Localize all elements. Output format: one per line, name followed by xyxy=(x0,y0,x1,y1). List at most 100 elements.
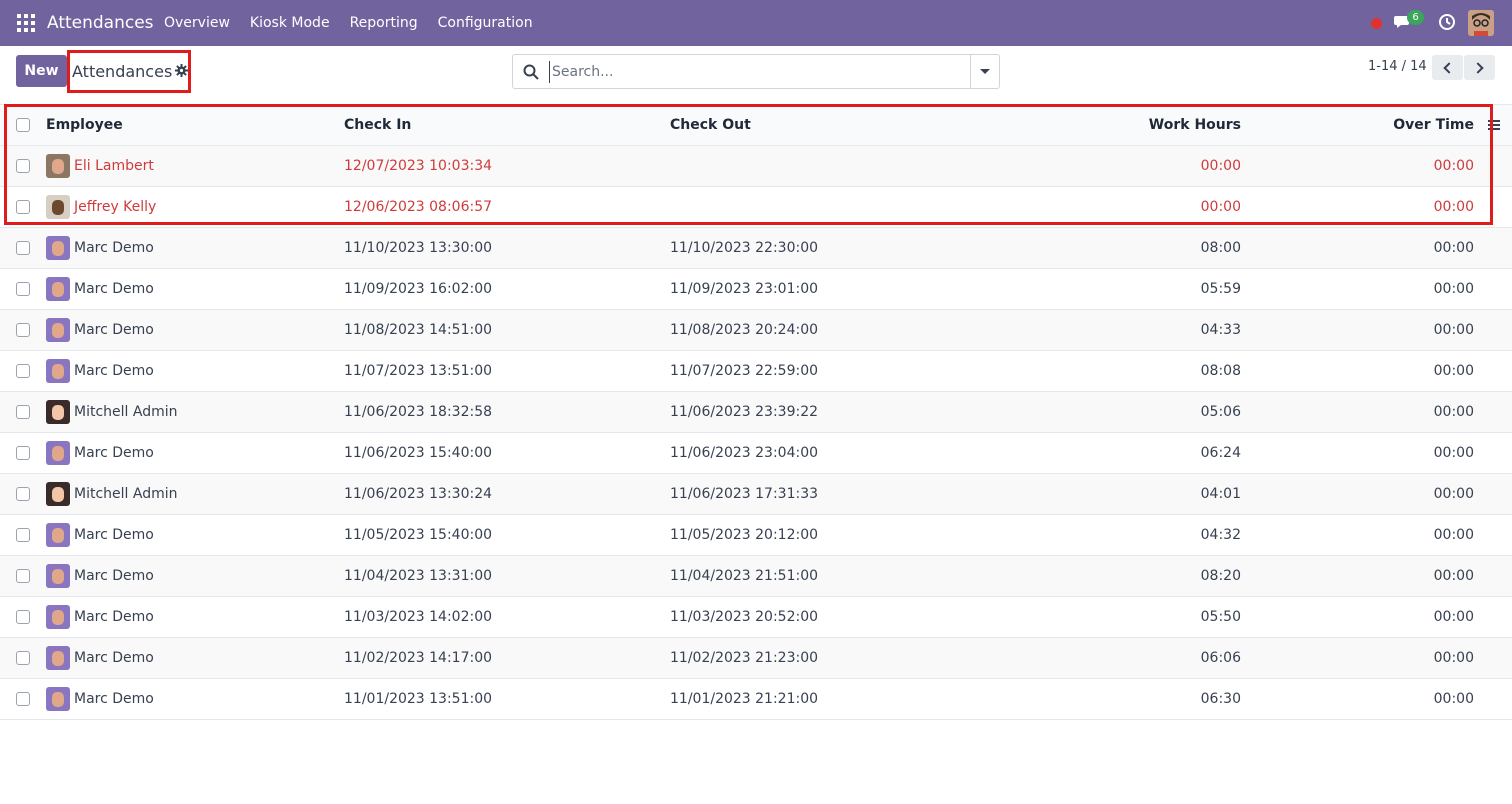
table-row[interactable]: Marc Demo 11/02/2023 14:17:00 11/02/2023 2… xyxy=(0,638,1512,679)
activity-clock-icon[interactable] xyxy=(1438,13,1456,31)
employee-cell[interactable]: Jeffrey Kelly xyxy=(46,187,156,227)
pager-value[interactable]: 1-14 / 14 xyxy=(1368,59,1427,74)
table-row[interactable]: Marc Demo 11/10/2023 13:30:00 11/10/2023 2… xyxy=(0,228,1512,269)
over-time-cell[interactable]: 00:00 xyxy=(1434,597,1474,637)
work-hours-cell[interactable]: 05:59 xyxy=(1201,269,1241,309)
table-row[interactable]: Jeffrey Kelly 12/06/2023 08:06:57 00:00 00:… xyxy=(0,187,1512,228)
work-hours-cell[interactable]: 08:20 xyxy=(1201,556,1241,596)
recording-indicator-icon[interactable] xyxy=(1371,18,1382,29)
row-checkbox[interactable] xyxy=(16,528,30,542)
row-checkbox[interactable] xyxy=(16,159,30,173)
check-out-cell[interactable]: 11/05/2023 20:12:00 xyxy=(670,515,818,555)
row-checkbox[interactable] xyxy=(16,651,30,665)
check-in-cell[interactable]: 12/07/2023 10:03:34 xyxy=(344,146,492,186)
table-row[interactable]: Mitchell Admin 11/06/2023 18:32:58 11/06/2… xyxy=(0,392,1512,433)
menu-overview[interactable]: Overview xyxy=(164,15,230,31)
employee-cell[interactable]: Marc Demo xyxy=(46,269,154,309)
over-time-cell[interactable]: 00:00 xyxy=(1434,515,1474,555)
table-row[interactable]: Mitchell Admin 11/06/2023 13:30:24 11/06/2… xyxy=(0,474,1512,515)
table-row[interactable]: Marc Demo 11/06/2023 15:40:00 11/06/2023 2… xyxy=(0,433,1512,474)
employee-cell[interactable]: Marc Demo xyxy=(46,433,154,473)
table-row[interactable]: Marc Demo 11/07/2023 13:51:00 11/07/2023 2… xyxy=(0,351,1512,392)
search-options-toggle[interactable] xyxy=(970,55,999,88)
employee-cell[interactable]: Marc Demo xyxy=(46,556,154,596)
over-time-cell[interactable]: 00:00 xyxy=(1434,351,1474,391)
over-time-cell[interactable]: 00:00 xyxy=(1434,228,1474,268)
check-in-cell[interactable]: 11/08/2023 14:51:00 xyxy=(344,310,492,350)
row-checkbox[interactable] xyxy=(16,446,30,460)
check-in-cell[interactable]: 12/06/2023 08:06:57 xyxy=(344,187,492,227)
row-checkbox[interactable] xyxy=(16,241,30,255)
employee-cell[interactable]: Mitchell Admin xyxy=(46,474,178,514)
check-out-cell[interactable]: 11/09/2023 23:01:00 xyxy=(670,269,818,309)
check-in-cell[interactable]: 11/10/2023 13:30:00 xyxy=(344,228,492,268)
pager-next-button[interactable] xyxy=(1464,55,1495,80)
employee-cell[interactable]: Marc Demo xyxy=(46,515,154,555)
work-hours-cell[interactable]: 05:06 xyxy=(1201,392,1241,432)
employee-cell[interactable]: Marc Demo xyxy=(46,351,154,391)
check-in-cell[interactable]: 11/04/2023 13:31:00 xyxy=(344,556,492,596)
table-row[interactable]: Marc Demo 11/05/2023 15:40:00 11/05/2023 2… xyxy=(0,515,1512,556)
work-hours-cell[interactable]: 05:50 xyxy=(1201,597,1241,637)
work-hours-cell[interactable]: 08:08 xyxy=(1201,351,1241,391)
employee-cell[interactable]: Marc Demo xyxy=(46,597,154,637)
header-check-out[interactable]: Check Out xyxy=(670,105,751,145)
work-hours-cell[interactable]: 06:30 xyxy=(1201,679,1241,719)
check-in-cell[interactable]: 11/06/2023 15:40:00 xyxy=(344,433,492,473)
row-checkbox[interactable] xyxy=(16,487,30,501)
app-menu-icon[interactable] xyxy=(17,14,35,32)
check-in-cell[interactable]: 11/06/2023 13:30:24 xyxy=(344,474,492,514)
table-row[interactable]: Marc Demo 11/08/2023 14:51:00 11/08/2023 2… xyxy=(0,310,1512,351)
check-in-cell[interactable]: 11/01/2023 13:51:00 xyxy=(344,679,492,719)
employee-cell[interactable]: Eli Lambert xyxy=(46,146,154,186)
employee-cell[interactable]: Mitchell Admin xyxy=(46,392,178,432)
over-time-cell[interactable]: 00:00 xyxy=(1434,433,1474,473)
over-time-cell[interactable]: 00:00 xyxy=(1434,269,1474,309)
check-out-cell[interactable]: 11/06/2023 23:04:00 xyxy=(670,433,818,473)
work-hours-cell[interactable]: 00:00 xyxy=(1201,187,1241,227)
header-employee[interactable]: Employee xyxy=(46,105,123,145)
work-hours-cell[interactable]: 04:32 xyxy=(1201,515,1241,555)
work-hours-cell[interactable]: 08:00 xyxy=(1201,228,1241,268)
check-out-cell[interactable]: 11/07/2023 22:59:00 xyxy=(670,351,818,391)
header-work-hours[interactable]: Work Hours xyxy=(1149,105,1241,145)
menu-reporting[interactable]: Reporting xyxy=(350,15,418,31)
check-in-cell[interactable]: 11/06/2023 18:32:58 xyxy=(344,392,492,432)
employee-cell[interactable]: Marc Demo xyxy=(46,638,154,678)
table-row[interactable]: Marc Demo 11/03/2023 14:02:00 11/03/2023 2… xyxy=(0,597,1512,638)
select-all-checkbox[interactable] xyxy=(16,118,30,132)
over-time-cell[interactable]: 00:00 xyxy=(1434,679,1474,719)
check-out-cell[interactable]: 11/08/2023 20:24:00 xyxy=(670,310,818,350)
over-time-cell[interactable]: 00:00 xyxy=(1434,556,1474,596)
work-hours-cell[interactable]: 04:01 xyxy=(1201,474,1241,514)
new-button[interactable]: New xyxy=(16,55,67,87)
user-avatar[interactable] xyxy=(1468,10,1494,36)
check-out-cell[interactable]: 11/02/2023 21:23:00 xyxy=(670,638,818,678)
row-checkbox[interactable] xyxy=(16,569,30,583)
work-hours-cell[interactable]: 06:24 xyxy=(1201,433,1241,473)
header-check-in[interactable]: Check In xyxy=(344,105,411,145)
over-time-cell[interactable]: 00:00 xyxy=(1434,638,1474,678)
app-title[interactable]: Attendances xyxy=(47,13,154,33)
check-out-cell[interactable]: 11/06/2023 17:31:33 xyxy=(670,474,818,514)
check-in-cell[interactable]: 11/02/2023 14:17:00 xyxy=(344,638,492,678)
row-checkbox[interactable] xyxy=(16,282,30,296)
row-checkbox[interactable] xyxy=(16,323,30,337)
menu-kiosk-mode[interactable]: Kiosk Mode xyxy=(250,15,330,31)
employee-cell[interactable]: Marc Demo xyxy=(46,679,154,719)
employee-cell[interactable]: Marc Demo xyxy=(46,310,154,350)
check-out-cell[interactable]: 11/04/2023 21:51:00 xyxy=(670,556,818,596)
row-checkbox[interactable] xyxy=(16,610,30,624)
check-in-cell[interactable]: 11/03/2023 14:02:00 xyxy=(344,597,492,637)
over-time-cell[interactable]: 00:00 xyxy=(1434,392,1474,432)
header-over-time[interactable]: Over Time xyxy=(1393,105,1474,145)
table-row[interactable]: Marc Demo 11/04/2023 13:31:00 11/04/2023 2… xyxy=(0,556,1512,597)
check-out-cell[interactable]: 11/06/2023 23:39:22 xyxy=(670,392,818,432)
search-input[interactable] xyxy=(549,61,967,83)
check-in-cell[interactable]: 11/05/2023 15:40:00 xyxy=(344,515,492,555)
check-out-cell[interactable]: 11/01/2023 21:21:00 xyxy=(670,679,818,719)
row-checkbox[interactable] xyxy=(16,405,30,419)
work-hours-cell[interactable]: 04:33 xyxy=(1201,310,1241,350)
row-checkbox[interactable] xyxy=(16,364,30,378)
over-time-cell[interactable]: 00:00 xyxy=(1434,310,1474,350)
